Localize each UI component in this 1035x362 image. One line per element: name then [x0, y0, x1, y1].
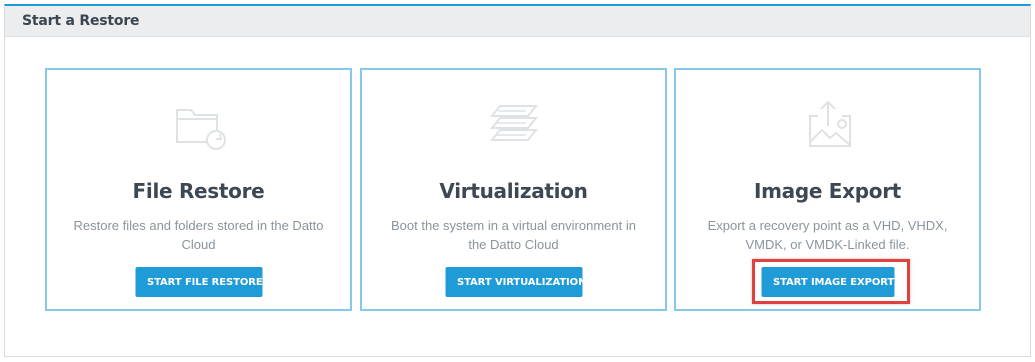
highlight-box [752, 259, 910, 304]
card-description: Export a recovery point as a VHD, VHDX, … [707, 218, 948, 252]
card-title: Virtualization [439, 179, 588, 203]
image-export-icon [800, 96, 856, 152]
file-restore-card: File Restore Restore files and folders s… [45, 68, 352, 311]
panel-header: Start a Restore [5, 6, 1030, 37]
card-description: Restore files and folders stored in the … [73, 218, 324, 252]
card-title: Image Export [753, 179, 902, 203]
layers-icon [486, 96, 542, 152]
card-title: File Restore [132, 179, 265, 203]
virtualization-card: Virtualization Boot the system in a virt… [360, 68, 667, 311]
folder-restore-icon [171, 96, 227, 152]
start-virtualization-button[interactable]: START VIRTUALIZATION [445, 267, 586, 297]
panel-title: Start a Restore [22, 13, 140, 29]
card-description: Boot the system in a virtual environment… [391, 218, 636, 252]
start-file-restore-button[interactable]: START FILE RESTORE [135, 267, 263, 297]
